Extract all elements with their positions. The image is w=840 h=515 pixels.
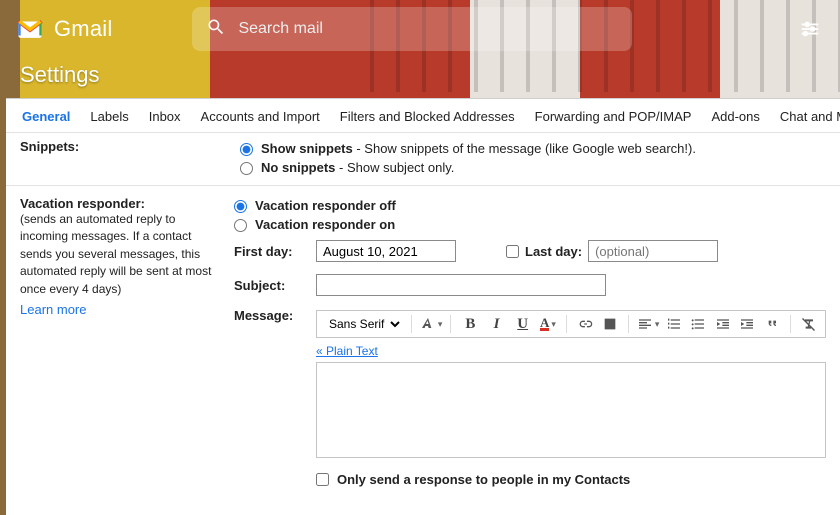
message-label: Message: xyxy=(234,308,306,323)
italic-button[interactable]: I xyxy=(485,312,507,336)
font-family-select[interactable]: Sans Serif xyxy=(323,314,403,334)
align-button[interactable] xyxy=(637,312,660,336)
insert-image-button[interactable] xyxy=(600,312,620,336)
snippets-show-label: Show snippets xyxy=(261,141,353,156)
topbar: Gmail xyxy=(0,0,840,58)
section-snippets: Snippets: Show snippets - Show snippets … xyxy=(6,137,840,186)
gmail-logo-icon xyxy=(16,18,44,40)
tab-general[interactable]: General xyxy=(22,109,70,124)
row-message: Message: Sans Serif B I U A xyxy=(234,302,826,499)
actions-row: Save Changes Cancel xyxy=(6,509,840,515)
tab-chat-and-meet[interactable]: Chat and Meet xyxy=(780,109,840,124)
row-first-day: First day: Last day: xyxy=(234,234,826,268)
first-day-input[interactable] xyxy=(316,240,456,262)
bulleted-list-button[interactable] xyxy=(688,312,708,336)
text-color-button[interactable]: A xyxy=(538,312,558,336)
search-icon xyxy=(206,17,226,42)
settings-content: Snippets: Show snippets - Show snippets … xyxy=(6,133,840,515)
snippets-none-label: No snippets xyxy=(261,160,335,175)
vacation-off-label: Vacation responder off xyxy=(255,198,396,213)
only-contacts-checkbox[interactable] xyxy=(316,473,329,486)
numbered-list-button[interactable] xyxy=(663,312,683,336)
vacation-on-label: Vacation responder on xyxy=(255,217,395,232)
settings-tabs: General Labels Inbox Accounts and Import… xyxy=(6,99,840,133)
indent-more-button[interactable] xyxy=(737,312,757,336)
font-size-button[interactable] xyxy=(420,312,443,336)
search-bar[interactable] xyxy=(192,7,632,51)
snippets-show-desc: - Show snippets of the message (like Goo… xyxy=(353,141,696,156)
vacation-description: (sends an automated reply to incoming me… xyxy=(20,211,224,298)
underline-button[interactable]: U xyxy=(512,312,534,336)
tab-inbox[interactable]: Inbox xyxy=(149,109,181,124)
row-only-contacts: Only send a response to people in my Con… xyxy=(316,458,826,493)
subject-input[interactable] xyxy=(316,274,606,296)
last-day-checkbox[interactable] xyxy=(506,245,519,258)
subject-label: Subject: xyxy=(234,278,306,293)
last-day-label: Last day: xyxy=(525,244,582,259)
last-day-input[interactable] xyxy=(588,240,718,262)
tab-labels[interactable]: Labels xyxy=(90,109,128,124)
vacation-heading: Vacation responder: xyxy=(20,196,224,211)
search-options-icon[interactable] xyxy=(796,15,824,43)
snippets-option-none[interactable]: No snippets - Show subject only. xyxy=(240,158,826,177)
snippets-option-show[interactable]: Show snippets - Show snippets of the mes… xyxy=(240,139,826,158)
tab-add-ons[interactable]: Add-ons xyxy=(711,109,759,124)
vacation-radio-off[interactable] xyxy=(234,200,247,213)
plain-text-link[interactable]: « Plain Text xyxy=(316,338,378,362)
link-button[interactable] xyxy=(575,312,595,336)
editor-toolbar: Sans Serif B I U A xyxy=(316,310,826,338)
tab-accounts-and-import[interactable]: Accounts and Import xyxy=(201,109,320,124)
message-editor[interactable] xyxy=(316,362,826,458)
tab-filters-and-blocked[interactable]: Filters and Blocked Addresses xyxy=(340,109,515,124)
snippets-radio-none[interactable] xyxy=(240,162,253,175)
vacation-radio-on[interactable] xyxy=(234,219,247,232)
gmail-logo[interactable]: Gmail xyxy=(16,16,112,42)
snippets-heading: Snippets: xyxy=(20,139,240,177)
only-contacts-label: Only send a response to people in my Con… xyxy=(337,472,630,487)
settings-panel: General Labels Inbox Accounts and Import… xyxy=(6,98,840,515)
first-day-label: First day: xyxy=(234,244,306,259)
indent-less-button[interactable] xyxy=(712,312,732,336)
snippets-none-desc: - Show subject only. xyxy=(335,160,454,175)
search-input[interactable] xyxy=(238,20,618,38)
row-subject: Subject: xyxy=(234,268,826,302)
tab-forwarding-pop-imap[interactable]: Forwarding and POP/IMAP xyxy=(535,109,692,124)
vacation-option-on[interactable]: Vacation responder on xyxy=(234,215,826,234)
bold-button[interactable]: B xyxy=(459,312,481,336)
snippets-radio-show[interactable] xyxy=(240,143,253,156)
vacation-option-off[interactable]: Vacation responder off xyxy=(234,196,826,215)
quote-button[interactable] xyxy=(761,312,781,336)
remove-formatting-button[interactable] xyxy=(799,312,819,336)
gmail-wordmark: Gmail xyxy=(54,16,112,42)
vacation-learn-more-link[interactable]: Learn more xyxy=(20,302,86,317)
section-vacation-responder: Vacation responder: (sends an automated … xyxy=(6,186,840,509)
